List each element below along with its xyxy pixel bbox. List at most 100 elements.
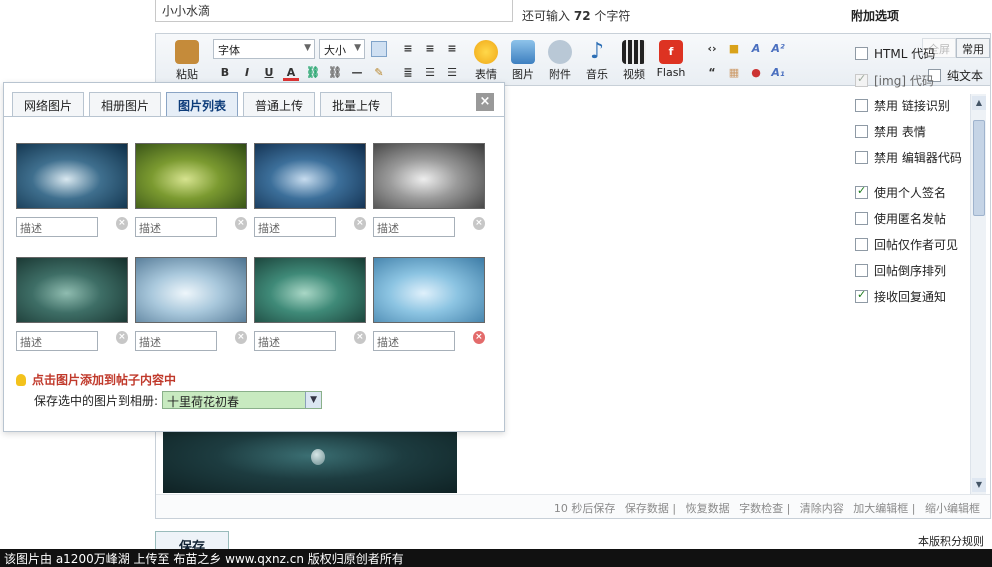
water-drop-thumbnail[interactable] xyxy=(135,143,247,209)
option-item[interactable]: 禁用 链接识别 xyxy=(855,97,950,114)
option-checkbox[interactable] xyxy=(855,125,868,138)
scroll-down-arrow-icon[interactable]: ▼ xyxy=(972,478,986,492)
close-icon[interactable]: × xyxy=(476,93,494,111)
options-title: 附加选项 xyxy=(851,9,900,23)
description-input[interactable]: 描述 xyxy=(254,217,336,237)
option-checkbox[interactable] xyxy=(855,264,868,277)
align-center-icon[interactable]: ≡ xyxy=(422,41,438,57)
option-item[interactable]: HTML 代码 xyxy=(855,45,935,62)
delete-icon[interactable]: × xyxy=(472,330,485,344)
hide-content-icon[interactable]: ▦ xyxy=(726,65,742,81)
delete-icon[interactable]: × xyxy=(353,216,366,230)
description-input[interactable]: 描述 xyxy=(16,217,98,237)
attachment-label: 附件 xyxy=(549,68,571,81)
subscript-icon[interactable]: A₁ xyxy=(770,65,786,81)
scroll-up-arrow-icon[interactable]: ▲ xyxy=(972,96,986,110)
bold-button[interactable]: B xyxy=(217,65,233,81)
table-icon[interactable] xyxy=(371,41,387,57)
horizontal-rule-icon[interactable]: — xyxy=(349,65,365,81)
delete-icon[interactable]: × xyxy=(353,330,366,344)
description-input[interactable]: 描述 xyxy=(135,331,217,351)
indent-icon[interactable]: ≣ xyxy=(400,65,416,81)
code-icon[interactable]: ‹› xyxy=(704,41,720,57)
delete-icon[interactable]: × xyxy=(115,216,128,230)
delete-icon[interactable]: × xyxy=(234,216,247,230)
delete-icon[interactable]: × xyxy=(115,330,128,344)
qq-icon[interactable]: ● xyxy=(748,65,764,81)
scrollbar-thumb[interactable] xyxy=(973,120,985,216)
description-input[interactable]: 描述 xyxy=(373,331,455,351)
option-checkbox[interactable] xyxy=(855,47,868,60)
water-drop-thumbnail[interactable] xyxy=(135,257,247,323)
flash-button[interactable]: f Flash xyxy=(654,36,688,79)
quote-icon[interactable]: “ xyxy=(704,65,720,81)
shrink-editor-link[interactable]: 缩小编辑框 xyxy=(925,502,980,515)
clipboard-icon xyxy=(175,40,199,64)
option-checkbox[interactable] xyxy=(855,288,868,303)
option-checkbox[interactable] xyxy=(855,238,868,251)
lock-icon[interactable]: ■ xyxy=(726,41,742,57)
plain-text-toggle[interactable]: 纯文本 xyxy=(928,67,983,84)
water-drop-thumbnail[interactable] xyxy=(254,143,366,209)
emoticon-button[interactable]: 表情 xyxy=(469,36,503,82)
description-input[interactable]: 描述 xyxy=(373,217,455,237)
option-checkbox[interactable] xyxy=(855,212,868,225)
option-checkbox[interactable] xyxy=(855,184,868,199)
description-input[interactable]: 描述 xyxy=(254,331,336,351)
tab-2[interactable]: 相册图片 xyxy=(89,92,162,116)
word-check-link[interactable]: 字数检查 xyxy=(739,502,783,515)
water-drop-thumbnail[interactable] xyxy=(16,257,128,323)
common-button[interactable]: 常用 xyxy=(956,38,990,58)
underline-button[interactable]: U xyxy=(261,65,277,81)
water-drop-thumbnail[interactable] xyxy=(373,143,485,209)
tab-1[interactable]: 网络图片 xyxy=(12,92,85,116)
clear-content-link[interactable]: 清除内容 xyxy=(800,502,844,515)
char-counter-prefix: 还可输入 xyxy=(522,9,571,23)
unlink-icon[interactable]: ⛓ xyxy=(327,65,343,81)
video-button[interactable]: 视频 xyxy=(617,36,651,82)
water-drop-thumbnail[interactable] xyxy=(373,257,485,323)
tab-4[interactable]: 普通上传 xyxy=(243,92,316,116)
paste-button[interactable]: 粘贴 xyxy=(170,36,204,82)
music-button[interactable]: ♪ 音乐 xyxy=(580,36,614,82)
italic-button[interactable]: I xyxy=(239,65,255,81)
option-item[interactable]: 回帖仅作者可见 xyxy=(855,236,958,253)
font-select[interactable]: 字体 ▼ xyxy=(213,39,315,59)
option-item[interactable]: 使用个人签名 xyxy=(855,184,946,201)
title-input[interactable]: 小小水滴 xyxy=(155,0,513,22)
save-data-link[interactable]: 保存数据 xyxy=(625,502,669,515)
restore-data-link[interactable]: 恢复数据 xyxy=(686,502,730,515)
superscript-icon[interactable]: A² xyxy=(770,41,786,57)
clear-format-icon[interactable]: ✎ xyxy=(371,65,387,81)
attachment-button[interactable]: 附件 xyxy=(543,36,577,82)
font-color-button[interactable]: A xyxy=(283,65,299,81)
font-style-icon[interactable]: A xyxy=(748,41,764,57)
option-item[interactable]: 使用匿名发帖 xyxy=(855,210,946,227)
ordered-list-icon[interactable]: ☰ xyxy=(422,65,438,81)
tab-3[interactable]: 图片列表 xyxy=(166,92,239,116)
delete-icon[interactable]: × xyxy=(472,216,485,230)
enlarge-editor-link[interactable]: 加大编辑框 xyxy=(853,502,908,515)
unordered-list-icon[interactable]: ☰ xyxy=(444,65,460,81)
rules-link[interactable]: 本版积分规则 xyxy=(918,533,984,549)
option-item[interactable]: 接收回复通知 xyxy=(855,288,946,305)
link-icon[interactable]: ⛓ xyxy=(305,65,321,81)
water-drop-thumbnail[interactable] xyxy=(254,257,366,323)
option-item[interactable]: 回帖倒序排列 xyxy=(855,262,946,279)
description-input[interactable]: 描述 xyxy=(16,331,98,351)
align-right-icon[interactable]: ≡ xyxy=(444,41,460,57)
align-left-icon[interactable]: ≡ xyxy=(400,41,416,57)
delete-icon[interactable]: × xyxy=(234,330,247,344)
option-checkbox[interactable] xyxy=(855,99,868,112)
editor-scrollbar[interactable]: ▲ ▼ xyxy=(970,94,986,494)
image-button[interactable]: 图片 xyxy=(506,36,540,82)
album-select[interactable]: 十里荷花初春 ▼ xyxy=(162,391,323,409)
description-input[interactable]: 描述 xyxy=(135,217,217,237)
option-label: HTML 代码 xyxy=(874,47,936,61)
water-drop-thumbnail[interactable] xyxy=(16,143,128,209)
option-item[interactable]: 禁用 编辑器代码 xyxy=(855,149,962,166)
option-item[interactable]: 禁用 表情 xyxy=(855,123,926,140)
tab-5[interactable]: 批量上传 xyxy=(320,92,393,116)
option-checkbox[interactable] xyxy=(855,151,868,164)
size-select[interactable]: 大小 ▼ xyxy=(319,39,365,59)
